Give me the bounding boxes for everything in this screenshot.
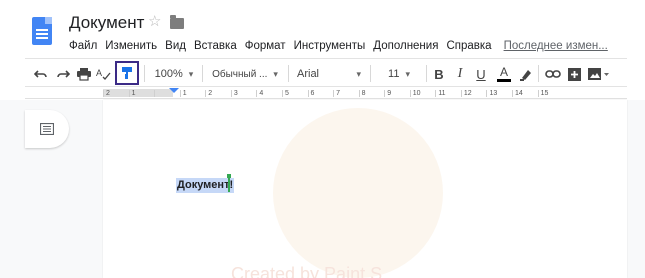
link-icon[interactable] (544, 63, 562, 85)
svg-text:A: A (96, 68, 102, 78)
font-size-value: 11 (388, 68, 400, 80)
menu-tools[interactable]: Инструменты (294, 40, 366, 52)
watermark-text: Created by Paint S (231, 264, 383, 278)
ruler-label: 13 (486, 90, 512, 97)
style-value: Обычный ... (212, 68, 268, 80)
ruler-label: 6 (307, 90, 334, 97)
redo-icon[interactable] (55, 63, 71, 85)
ruler-label: 11 (435, 90, 461, 97)
font-select[interactable]: Arial (293, 63, 365, 85)
menu-bar: Файл Изменить Вид Вставка Формат Инструм… (69, 38, 608, 54)
menu-insert[interactable]: Вставка (194, 40, 237, 52)
menu-help[interactable]: Справка (446, 40, 491, 52)
ruler-label: 5 (281, 90, 308, 97)
document-page[interactable]: Created by Paint S Документ! (103, 100, 627, 278)
last-edit-link[interactable]: Последнее измен... (504, 40, 608, 52)
watermark-image (273, 108, 443, 278)
menu-format[interactable]: Формат (245, 40, 286, 52)
ruler-label: 2 (205, 90, 231, 97)
italic-icon[interactable]: I (452, 63, 468, 85)
star-icon[interactable]: ☆ (148, 14, 161, 29)
text-color-icon[interactable]: A (495, 63, 513, 85)
undo-icon[interactable] (33, 63, 49, 85)
selected-body-text[interactable]: Документ! (176, 178, 235, 193)
ruler-label: 10 (409, 90, 436, 97)
menu-file[interactable]: Файл (69, 40, 97, 52)
ruler-label: 3 (230, 90, 257, 97)
underline-icon[interactable]: U (473, 63, 489, 85)
ruler-label: 7 (333, 90, 359, 97)
ruler-label: 4 (256, 90, 282, 97)
font-size-select[interactable]: 11 (377, 63, 421, 85)
ruler-label: 12 (460, 90, 487, 97)
image-icon[interactable] (587, 63, 611, 85)
ruler-label: 9 (384, 90, 410, 97)
ruler-label: 1 (179, 90, 206, 97)
paint-format-button[interactable] (115, 61, 139, 85)
menu-view[interactable]: Вид (165, 40, 186, 52)
docs-logo-icon[interactable] (32, 17, 52, 45)
document-title[interactable]: Документ (69, 13, 144, 33)
folder-icon[interactable] (170, 15, 184, 29)
menu-edit[interactable]: Изменить (105, 40, 157, 52)
ruler-label: 8 (358, 90, 385, 97)
menu-addons[interactable]: Дополнения (373, 40, 438, 52)
app-header: Документ ☆ Файл Изменить Вид Вставка Фор… (0, 0, 645, 56)
document-outline-button[interactable] (25, 110, 69, 148)
ruler-label: 1 (128, 90, 155, 97)
bold-icon[interactable]: B (431, 63, 447, 85)
indent-marker[interactable] (169, 88, 179, 93)
zoom-value: 100% (154, 68, 183, 80)
zoom-select[interactable]: 100% (151, 63, 197, 85)
toolbar: A 100% Обычный ... Arial 11 B I U A (25, 58, 627, 87)
outline-icon (40, 123, 54, 135)
ruler-label: 15 (537, 90, 564, 97)
paint-format-icon (122, 67, 132, 79)
text-cursor (228, 177, 230, 192)
highlight-icon[interactable] (517, 63, 533, 85)
print-icon[interactable] (76, 63, 92, 85)
font-value: Arial (297, 68, 320, 80)
spellcheck-icon[interactable]: A (95, 63, 113, 85)
ruler-label: 2 (103, 90, 129, 97)
style-select[interactable]: Обычный ... (207, 63, 283, 85)
comment-icon[interactable] (566, 63, 582, 85)
ruler-label: 14 (512, 90, 538, 97)
ruler[interactable]: 2 1 1 2 3 4 5 6 7 8 9 10 11 12 13 14 15 (25, 88, 627, 99)
